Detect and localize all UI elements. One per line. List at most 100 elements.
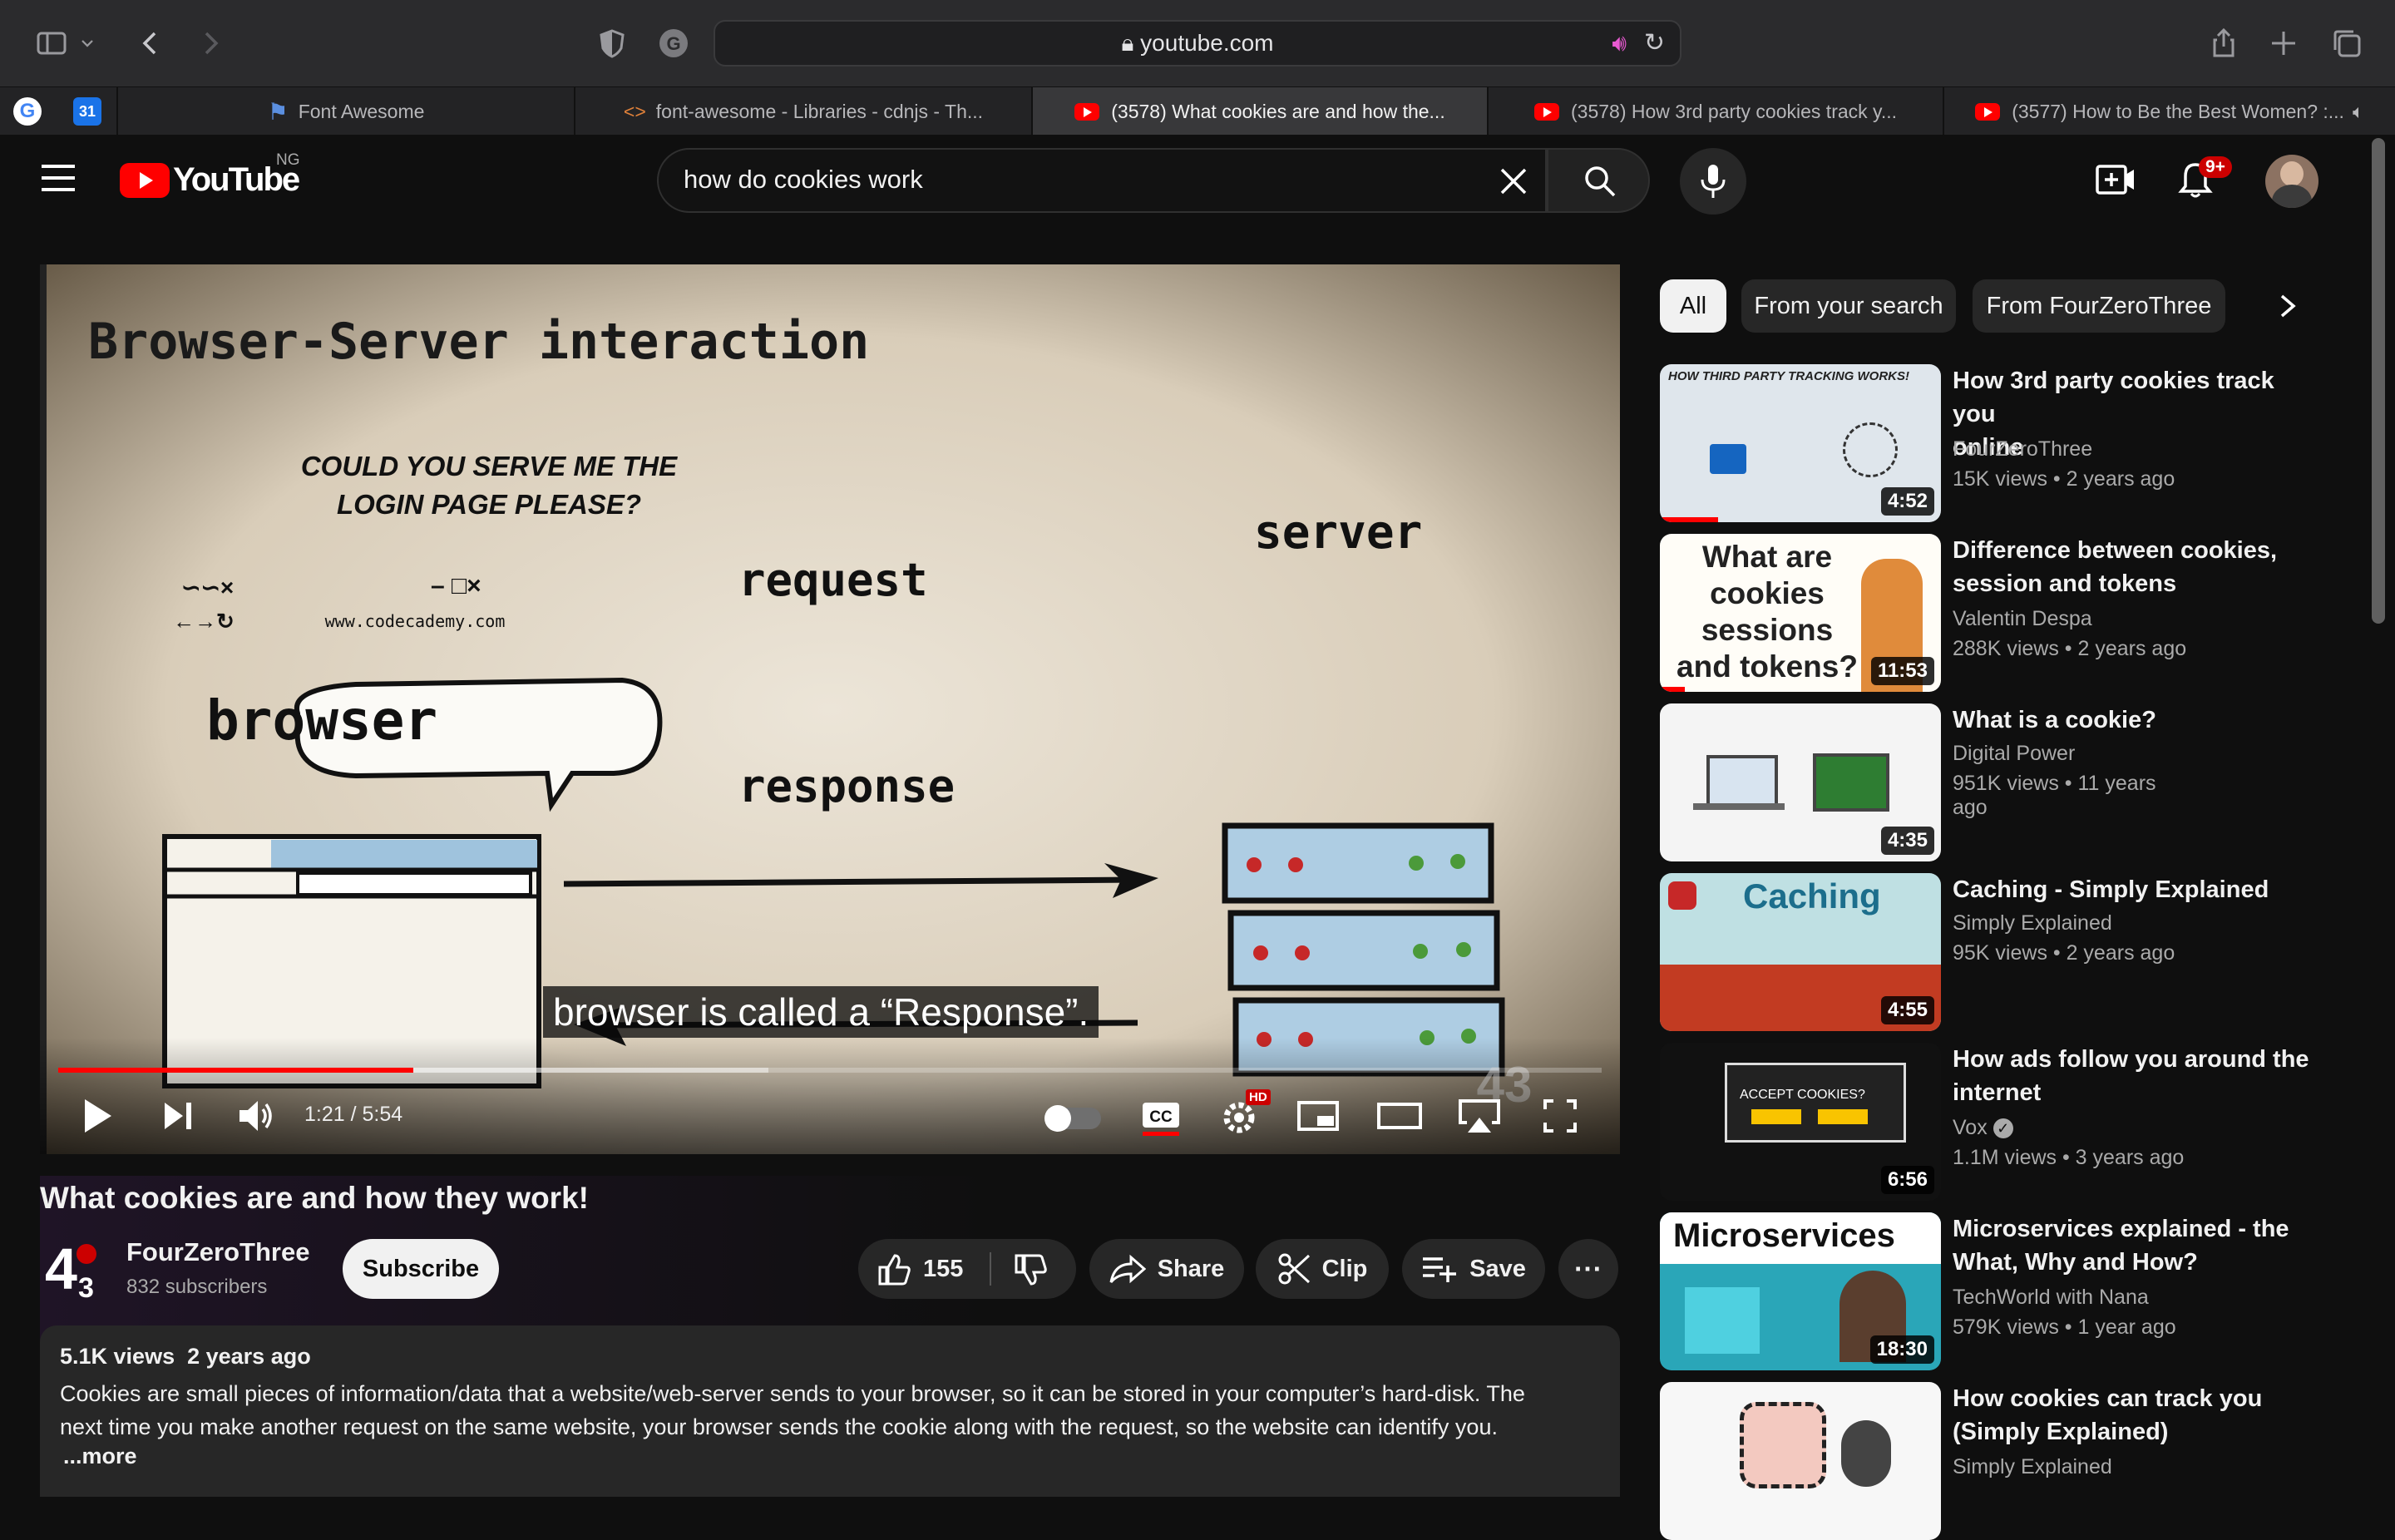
recommended-video[interactable]: How cookies can track you (Simply Explain…	[1660, 1382, 2262, 1540]
description-box[interactable]: 5.1K views 2 years ago Cookies are small…	[40, 1325, 1620, 1497]
like-dislike-group: 155	[858, 1239, 1076, 1299]
next-button[interactable]	[161, 1099, 195, 1133]
thumbs-down-icon	[1015, 1254, 1047, 1286]
recommended-video[interactable]: Caching 4:55 Caching - Simply Explained …	[1660, 873, 2269, 1031]
video-thumbnail: 4:35	[1660, 703, 1941, 861]
speech-bubble-text: COULD YOU SERVE ME THE LOGIN PAGE PLEASE…	[300, 451, 678, 520]
search-input[interactable]: how do cookies work	[657, 148, 1547, 213]
video-channel: Vox ✓	[1953, 1116, 2013, 1140]
shield-icon[interactable]	[590, 22, 634, 65]
share-icon[interactable]	[2202, 22, 2245, 65]
address-bar[interactable]: 🔒︎ youtube.com 🔊︎ ↻	[714, 20, 1681, 67]
youtube-favicon-icon	[1975, 102, 2001, 121]
tab-overview-icon[interactable]	[2325, 22, 2368, 65]
chip-from-channel[interactable]: From FourZeroThree	[1973, 279, 2225, 333]
progress-bar[interactable]	[58, 1068, 1602, 1073]
notifications-icon[interactable]: 9+	[2177, 156, 2232, 204]
time-display: 1:21 / 5:54	[304, 1103, 403, 1126]
thumbs-up-icon	[878, 1254, 911, 1286]
voice-search-button[interactable]	[1680, 148, 1746, 215]
browser-nav-glyphs: ←→↻	[173, 609, 235, 634]
miniplayer-icon[interactable]	[1297, 1099, 1339, 1133]
captions-button[interactable]: CC	[1141, 1099, 1181, 1136]
recommended-video[interactable]: What are cookies sessions and tokens? 11…	[1660, 534, 2277, 692]
youtube-logo-icon	[120, 163, 170, 198]
autoplay-toggle[interactable]	[1044, 1105, 1101, 1132]
browser-toolbar: G 🔒︎ youtube.com 🔊︎ ↻	[0, 0, 2395, 86]
svg-text:4: 4	[45, 1236, 77, 1301]
google-pinned-tab-icon[interactable]: G	[13, 97, 42, 126]
browser-window-controls: ∽∽×	[181, 575, 235, 600]
play-button[interactable]	[81, 1098, 115, 1134]
video-title: What is a cookie?	[1953, 707, 2156, 733]
video-channel: Simply Explained	[1953, 1455, 2112, 1478]
tab-best-women[interactable]: (3577) How to Be the Best Women? :... 🔈︎	[1943, 87, 2395, 136]
views-and-date: 5.1K views 2 years ago	[60, 1344, 311, 1369]
recommended-video[interactable]: HOW THIRD PARTY TRACKING WORKS! 4:52 How…	[1660, 364, 2274, 522]
airplay-icon[interactable]	[1457, 1098, 1502, 1134]
theater-mode-icon[interactable]	[1377, 1101, 1422, 1131]
show-more-link[interactable]: ...more	[63, 1444, 137, 1469]
share-button[interactable]: Share	[1089, 1239, 1244, 1299]
recommended-video[interactable]: ACCEPT COOKIES? 6:56 How ads follow you …	[1660, 1043, 2309, 1201]
chip-from-your-search[interactable]: From your search	[1741, 279, 1956, 333]
back-icon[interactable]	[130, 22, 173, 65]
chip-all[interactable]: All	[1660, 279, 1726, 333]
subscriber-count: 832 subscribers	[126, 1276, 268, 1298]
chevron-down-icon[interactable]	[75, 22, 100, 65]
fullscreen-icon[interactable]	[1543, 1099, 1577, 1133]
audio-playing-icon[interactable]: 🔊︎	[1612, 30, 1627, 57]
video-channel: FourZeroThree	[1953, 437, 2093, 461]
reload-icon[interactable]: ↻	[1644, 28, 1665, 57]
grammarly-icon[interactable]: G	[652, 22, 695, 65]
page-scrollbar[interactable]	[2372, 138, 2385, 624]
scissors-icon	[1278, 1253, 1310, 1285]
subscribe-button[interactable]: Subscribe	[343, 1239, 499, 1299]
recommended-video[interactable]: Microservices 18:30 Microservices explai…	[1660, 1212, 2289, 1370]
channel-name[interactable]: FourZeroThree	[126, 1237, 309, 1267]
tab-active-video[interactable]: (3578) What cookies are and how the...	[1031, 87, 1487, 136]
hd-badge: HD	[1246, 1089, 1271, 1105]
save-button[interactable]: Save	[1402, 1239, 1545, 1299]
share-icon	[1109, 1254, 1146, 1284]
sidebar-toggle-icon[interactable]	[30, 22, 73, 65]
verified-icon: ✓	[1993, 1118, 2013, 1139]
video-thumbnail: Caching 4:55	[1660, 873, 1941, 1031]
dislike-button[interactable]	[993, 1239, 1076, 1299]
tab-third-party-cookies[interactable]: (3578) How 3rd party cookies track y...	[1487, 87, 1943, 136]
volume-button[interactable]	[238, 1098, 276, 1134]
clip-button[interactable]: Clip	[1256, 1239, 1389, 1299]
chevron-right-icon[interactable]	[2275, 291, 2300, 321]
more-horizontal-icon: ⋯	[1573, 1253, 1603, 1285]
menu-icon[interactable]	[42, 163, 77, 197]
video-meta: 15K views • 2 years ago	[1953, 467, 2175, 491]
recommended-video[interactable]: 4:35 What is a cookie? Digital Power 951…	[1660, 703, 2192, 861]
video-player[interactable]: Browser-Server interaction COULD YOU SER…	[40, 264, 1620, 1154]
description-text: Cookies are small pieces of information/…	[60, 1381, 1525, 1439]
tab-font-awesome[interactable]: ⚑ Font Awesome	[116, 87, 574, 136]
channel-avatar[interactable]: 43	[40, 1236, 105, 1304]
tab-cdnjs[interactable]: <> font-awesome - Libraries - cdnjs - Th.…	[574, 87, 1031, 136]
video-title: Difference between cookies, session and t…	[1953, 537, 2278, 597]
clear-search-icon[interactable]	[1499, 166, 1528, 196]
calendar-pinned-tab-icon[interactable]: 31	[73, 97, 101, 126]
video-title: How cookies can track you (Simply Explain…	[1953, 1385, 2263, 1445]
video-title: What cookies are and how they work!	[40, 1181, 589, 1215]
svg-text:G: G	[666, 33, 680, 54]
lock-icon: 🔒︎	[1121, 30, 1141, 56]
response-label: response	[738, 760, 956, 812]
youtube-favicon-icon	[1074, 102, 1100, 121]
like-button[interactable]: 155	[858, 1239, 991, 1299]
create-video-icon[interactable]	[2096, 163, 2136, 200]
new-tab-icon[interactable]	[2262, 22, 2305, 65]
forward-icon[interactable]	[188, 22, 231, 65]
more-actions-button[interactable]: ⋯	[1558, 1239, 1618, 1299]
url-text: youtube.com	[1140, 30, 1274, 56]
played-progress	[58, 1068, 413, 1073]
avatar[interactable]	[2265, 155, 2318, 208]
search-button[interactable]	[1547, 148, 1650, 213]
browser-label: browser	[206, 689, 438, 753]
code-icon: <>	[623, 100, 646, 122]
like-count: 155	[923, 1256, 964, 1282]
video-title: How ads follow you around the internet	[1953, 1046, 2309, 1106]
